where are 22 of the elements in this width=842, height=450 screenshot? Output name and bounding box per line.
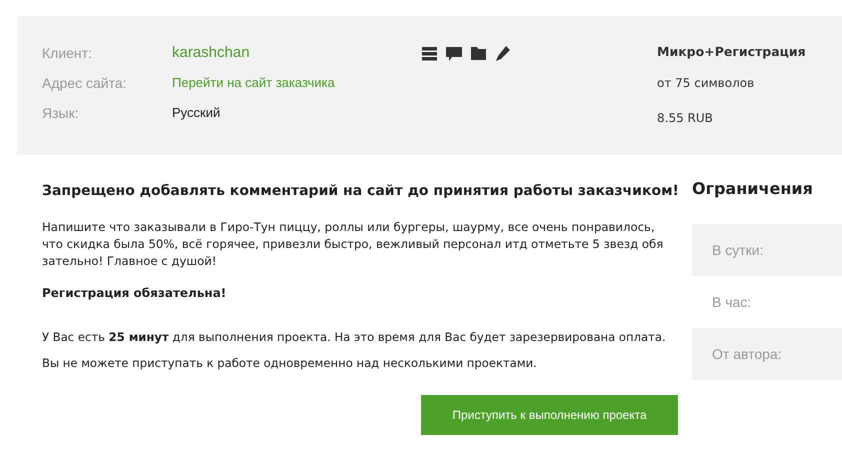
comment-icon[interactable] bbox=[446, 46, 462, 61]
min-length: от 75 символов bbox=[657, 74, 756, 92]
tariff-title: Микро+Регистрация bbox=[657, 43, 806, 61]
limit-row: В сутки: bbox=[692, 224, 842, 276]
task-description: Напишите что заказывали в Гиро-Тун пиццу, роллы или бургеры, шаурму, все очень понравилось, что скидка была 50%, всё горячее, привезли быстро, вежливый персонал итд отметьте 5 звезд обя зательно! Главное с душой! bbox=[42, 219, 664, 270]
field-label: Язык: bbox=[42, 104, 80, 122]
field-link[interactable]: karashchan bbox=[172, 42, 250, 64]
note-text: Вы не можете приступать к работе одновременно над несколькими проектами. bbox=[42, 355, 537, 372]
field-label: Адрес сайта: bbox=[42, 74, 128, 93]
pencil-icon[interactable] bbox=[495, 46, 510, 61]
field-value: Русский bbox=[172, 104, 220, 122]
limit-row: От автора: bbox=[692, 328, 842, 380]
warning-heading: Запрещено добавлять комментарий на сайт до принятия работы заказчиком! bbox=[42, 182, 680, 201]
list-icon[interactable] bbox=[422, 46, 437, 61]
folder-icon[interactable] bbox=[471, 46, 486, 60]
field-link[interactable]: Перейти на сайт заказчика bbox=[172, 73, 335, 93]
requirement-text: Регистрация обязательна! bbox=[42, 285, 228, 302]
note-text: У Вас есть 25 минут для выполнения проекта. На это время для Вас будет зарезервирована оплата. bbox=[42, 329, 666, 346]
limits-heading: Ограничения bbox=[692, 178, 814, 200]
price: 8.55 RUB bbox=[657, 110, 714, 127]
field-label: Клиент: bbox=[42, 44, 93, 62]
start-project-button[interactable]: Приступить к выполнению проекта bbox=[421, 394, 678, 435]
